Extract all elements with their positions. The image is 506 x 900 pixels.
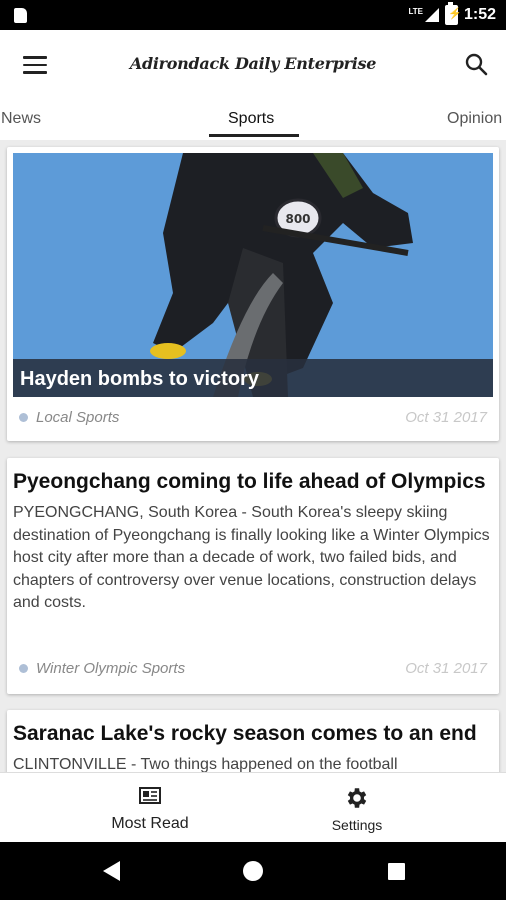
article-feed[interactable]: 800 Hayden bombs to victory Local Sports… [0, 142, 506, 772]
tab-opinion[interactable]: Opinion [447, 110, 502, 128]
article-meta: Winter Olympic Sports Oct 31 2017 [19, 660, 487, 677]
recents-icon[interactable] [366, 842, 426, 900]
network-type: LTE [408, 6, 423, 16]
article-category: Local Sports [36, 409, 120, 426]
settings-button[interactable]: Settings [267, 773, 447, 843]
article-title: Hayden bombs to victory [13, 359, 493, 397]
article-title: Pyeongchang coming to life ahead of Olym… [13, 470, 486, 493]
active-tab-indicator [209, 134, 299, 137]
most-read-button[interactable]: Most Read [60, 773, 240, 843]
article-card[interactable]: Pyeongchang coming to life ahead of Olym… [7, 458, 499, 694]
most-read-label: Most Read [111, 815, 189, 832]
signal-icon [424, 8, 439, 22]
battery-icon: ⚡ [444, 2, 462, 25]
home-icon[interactable] [223, 842, 283, 900]
status-bar: LTE ⚡ 1:52 [0, 0, 506, 30]
article-summary: CLINTONVILLE - Two things happened on th… [13, 756, 398, 772]
tab-news[interactable]: News [1, 110, 41, 128]
article-meta: Local Sports Oct 31 2017 [19, 409, 487, 426]
article-category: Winter Olympic Sports [36, 660, 186, 677]
masthead-logo: Adirondack Daily Enterprise [129, 54, 377, 73]
newspaper-icon [139, 787, 161, 804]
category-dot-icon [19, 413, 28, 422]
bottom-navigation: Most Read Settings [0, 772, 506, 843]
status-time: 1:52 [463, 6, 496, 23]
gear-icon [347, 788, 367, 808]
article-date: Oct 31 2017 [405, 660, 487, 677]
article-card[interactable]: Saranac Lake's rocky season comes to an … [7, 710, 499, 772]
svg-text:800: 800 [285, 212, 310, 226]
system-navigation-bar [0, 842, 506, 900]
sd-card-icon [14, 8, 27, 23]
category-dot-icon [19, 664, 28, 673]
article-image: 800 Hayden bombs to victory [13, 153, 493, 397]
tab-sports[interactable]: Sports [228, 110, 274, 128]
app-bar: Adirondack Daily Enterprise [0, 30, 506, 100]
article-date: Oct 31 2017 [405, 409, 487, 426]
settings-label: Settings [331, 817, 383, 833]
article-title: Saranac Lake's rocky season comes to an … [13, 722, 477, 745]
back-icon[interactable] [81, 842, 141, 900]
article-summary: PYEONGCHANG, South Korea - South Korea's… [13, 504, 490, 611]
article-card[interactable]: 800 Hayden bombs to victory Local Sports… [7, 147, 499, 441]
search-icon[interactable] [464, 52, 488, 76]
